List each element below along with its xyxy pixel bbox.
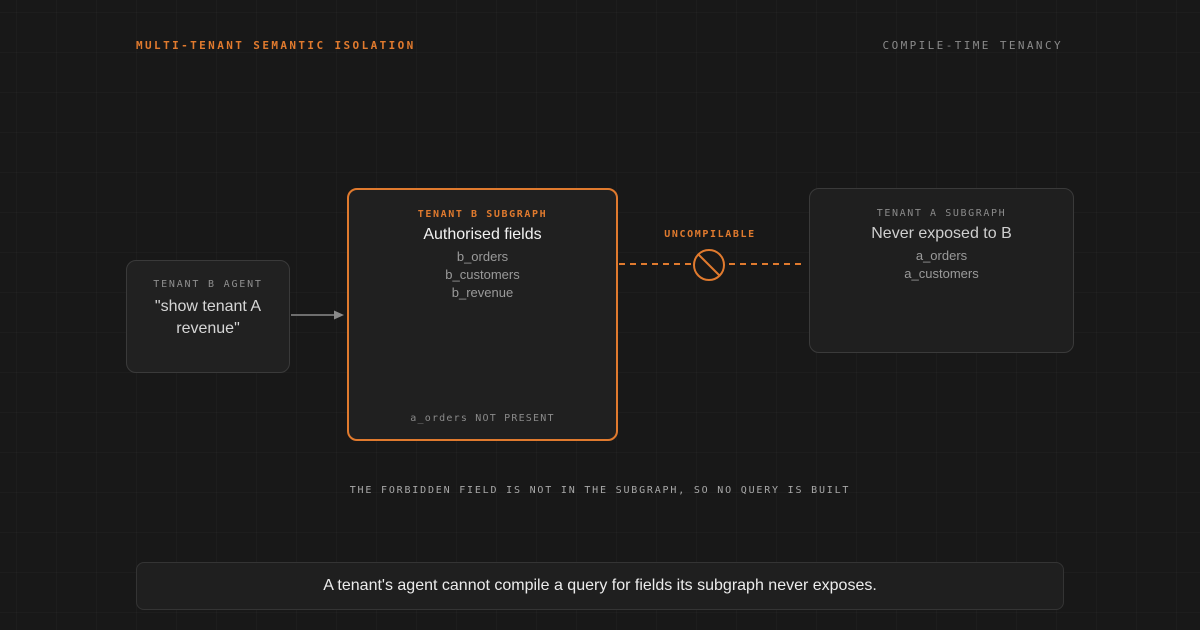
tenant-b-title: Authorised fields (423, 226, 542, 243)
field-item: b_revenue (451, 285, 514, 300)
field-item: b_customers (445, 267, 520, 282)
tenant-b-field-list: b_orders b_customers b_revenue (349, 248, 616, 302)
agent-label: TENANT B AGENT (153, 279, 263, 290)
field-item: b_orders (456, 249, 509, 264)
tenant-b-subgraph-card: TENANT B SUBGRAPH Authorised fields b_or… (347, 188, 618, 441)
tenant-a-field-list: a_orders a_customers (810, 247, 1073, 283)
tenant-b-agent-card: TENANT B AGENT "show tenant A revenue" (126, 260, 290, 373)
uncompilable-label: UNCOMPILABLE (664, 229, 756, 240)
prohibited-icon (693, 249, 725, 281)
field-item: a_orders (915, 248, 968, 263)
tenant-a-title: Never exposed to B (871, 225, 1012, 242)
tenant-a-subgraph-card: TENANT A SUBGRAPH Never exposed to B a_o… (809, 188, 1074, 353)
summary-text: A tenant's agent cannot compile a query … (323, 577, 877, 594)
tenant-b-label: TENANT B SUBGRAPH (417, 209, 548, 220)
tenant-a-label: TENANT A SUBGRAPH (876, 208, 1007, 219)
absent-field-note: a_orders NOT PRESENT (410, 413, 555, 424)
agent-to-subgraph-arrow (291, 310, 344, 320)
summary-banner: A tenant's agent cannot compile a query … (136, 562, 1064, 610)
field-item: a_customers (904, 266, 979, 281)
agent-query: "show tenant A revenue" (154, 298, 262, 337)
diagram-caption: THE FORBIDDEN FIELD IS NOT IN THE SUBGRA… (349, 485, 851, 496)
